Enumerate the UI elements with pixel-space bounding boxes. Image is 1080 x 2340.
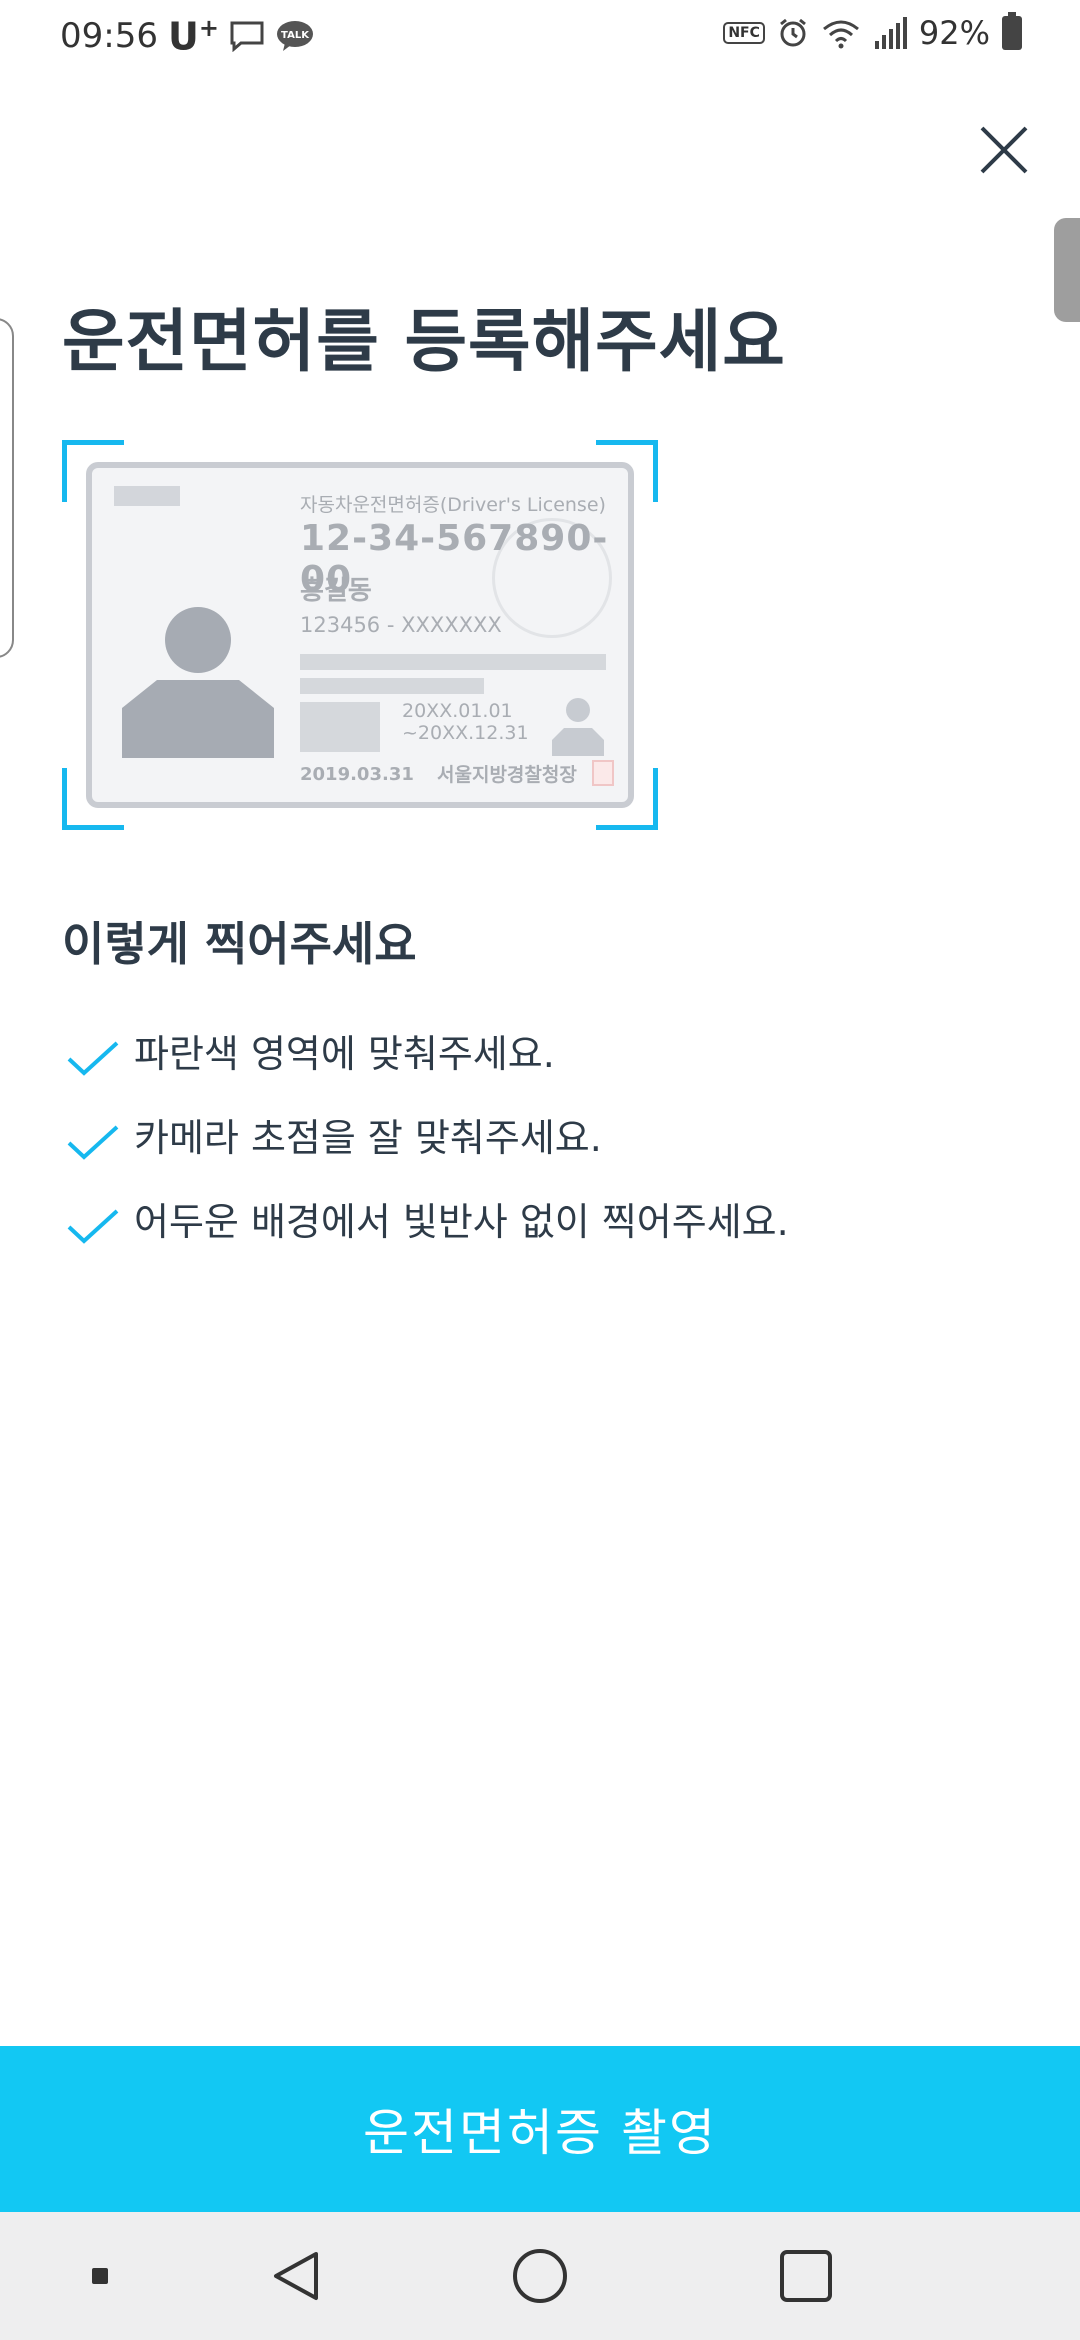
card-header: 자동차운전면허증(Driver's License) <box>300 494 606 516</box>
talk-badge-label: TALK <box>281 30 310 41</box>
scroll-handle[interactable] <box>1054 218 1080 322</box>
status-right: NFC 92% <box>723 12 1022 52</box>
nav-recents-button[interactable] <box>746 2212 866 2340</box>
card-tab <box>114 486 180 506</box>
navigation-bar <box>0 2212 1080 2340</box>
nfc-icon: NFC <box>723 22 765 44</box>
card-placeholder-box <box>300 702 380 752</box>
card-placeholder-bar <box>300 654 606 670</box>
nav-home-icon <box>513 2249 567 2303</box>
instructions-title: 이렇게 찍어주세요 <box>62 917 417 971</box>
kakaotalk-icon: TALK <box>276 21 313 52</box>
validity-end: ~20XX.12.31 <box>402 722 529 744</box>
status-left: 09:56 U+ TALK <box>60 14 315 59</box>
edge-panel-handle[interactable] <box>0 318 14 658</box>
card-issue-date: 2019.03.31 <box>300 764 414 785</box>
instruction-label: 카메라 초점을 잘 맞춰주세요. <box>134 1115 602 1160</box>
person-silhouette-icon <box>122 607 274 758</box>
page-title: 운전면허를 등록해주세요 <box>62 303 786 382</box>
instruction-label: 파란색 영역에 맞춰주세요. <box>134 1031 555 1076</box>
nav-dot-button[interactable] <box>60 2212 140 2340</box>
license-illustration: 자동차운전면허증(Driver's License) 12-34-567890-… <box>62 440 658 830</box>
card-issuer: 서울지방경찰청장 <box>437 764 577 786</box>
nav-recents-icon <box>780 2250 832 2302</box>
dot-icon <box>92 2268 108 2284</box>
close-button[interactable] <box>974 120 1034 180</box>
mini-person-icon <box>552 698 604 756</box>
instruction-label: 어두운 배경에서 빛반사 없이 찍어주세요. <box>134 1199 789 1244</box>
instruction-item: 어두운 배경에서 빛반사 없이 찍어주세요. <box>66 1176 789 1260</box>
card-validity: 20XX.01.01 ~20XX.12.31 <box>402 700 529 744</box>
check-icon <box>67 1125 119 1160</box>
message-icon <box>230 21 264 53</box>
status-time: 09:56 <box>60 16 158 57</box>
license-card: 자동차운전면허증(Driver's License) 12-34-567890-… <box>86 462 634 808</box>
capture-license-button[interactable]: 운전면허증 촬영 <box>0 2046 1080 2212</box>
nav-home-button[interactable] <box>480 2212 600 2340</box>
close-icon <box>980 126 1028 174</box>
nav-back-icon <box>274 2252 318 2300</box>
check-icon <box>67 1209 119 1244</box>
check-icon <box>67 1041 119 1076</box>
instruction-item: 카메라 초점을 잘 맞춰주세요. <box>66 1092 789 1176</box>
card-id-number: 123456 - XXXXXXX <box>300 613 502 637</box>
status-bar: 09:56 U+ TALK NFC 92% <box>0 0 1080 76</box>
stamp-icon <box>592 760 614 786</box>
validity-start: 20XX.01.01 <box>402 700 513 722</box>
wifi-icon <box>822 20 859 49</box>
alarm-icon <box>779 18 806 47</box>
battery-icon <box>1002 12 1022 50</box>
battery-percent: 92% <box>918 14 990 52</box>
nav-back-button[interactable] <box>236 2212 356 2340</box>
card-placeholder-bar <box>300 678 484 694</box>
signal-icon <box>874 17 907 49</box>
card-name: 홍길동 <box>300 576 372 606</box>
instructions-list: 파란색 영역에 맞춰주세요. 카메라 초점을 잘 맞춰주세요. 어두운 배경에서… <box>66 1008 789 1260</box>
instruction-item: 파란색 영역에 맞춰주세요. <box>66 1008 789 1092</box>
carrier-label: U+ <box>167 14 219 59</box>
